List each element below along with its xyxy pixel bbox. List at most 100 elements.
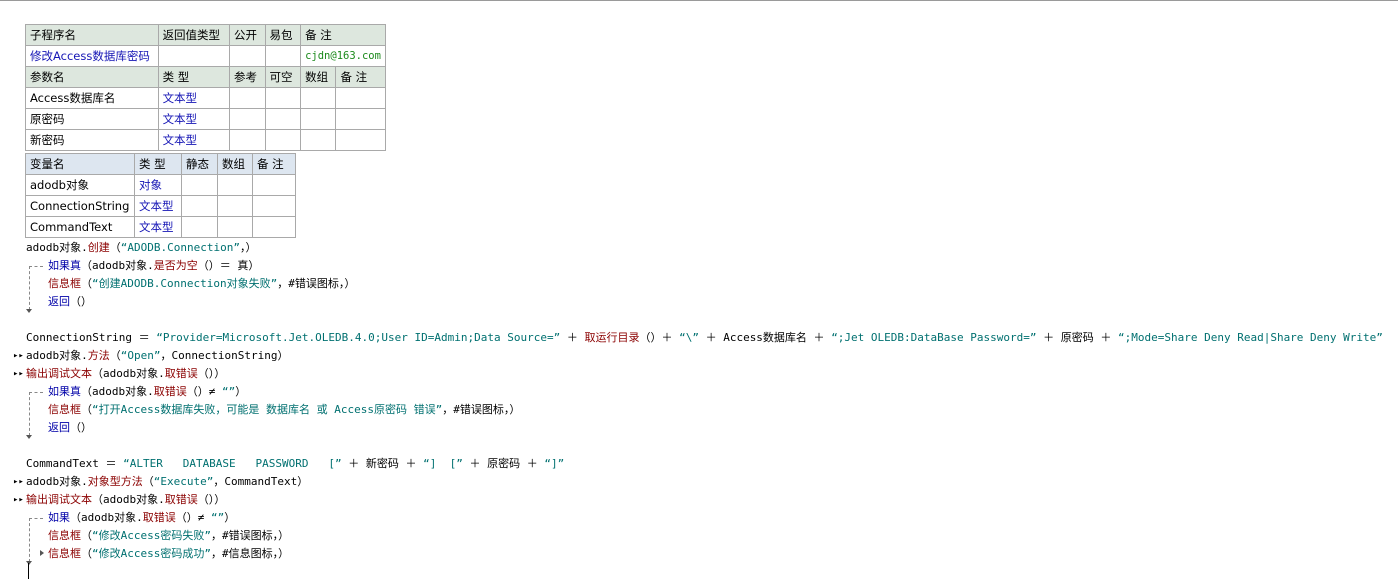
var-name[interactable]: CommandText: [25, 216, 135, 238]
code-line-execute[interactable]: adodb对象.对象型方法（“Execute”，CommandText）: [26, 473, 308, 491]
header-param-array: 数组: [300, 66, 337, 88]
code-line-msgbox-change-success[interactable]: 信息框（“修改Access密码成功”，#信息图标，）: [48, 545, 289, 563]
subroutine-name[interactable]: 修改Access数据库密码: [25, 45, 159, 67]
param-row[interactable]: Access数据库名 文本型: [25, 87, 386, 109]
code-line-command-text[interactable]: CommandText ＝ “ALTER DATABASE PASSWORD […: [26, 455, 564, 473]
code-line-create[interactable]: adodb对象.创建（“ADODB.Connection”，）: [26, 239, 256, 257]
subroutine-public[interactable]: [228, 45, 266, 67]
code-line-return-2[interactable]: 返回（）: [48, 419, 92, 437]
var-array[interactable]: [217, 216, 253, 238]
code-token: （）: [70, 421, 92, 434]
subroutine-epackage[interactable]: [264, 45, 302, 67]
variable-row[interactable]: adodb对象 对象: [25, 174, 296, 196]
code-line-connection-string[interactable]: ConnectionString ＝ “Provider=Microsoft.J…: [26, 329, 1383, 347]
code-token: “] [”: [423, 457, 463, 470]
code-token: 方法: [87, 349, 110, 362]
var-array[interactable]: [217, 195, 253, 217]
var-array[interactable]: [217, 174, 253, 196]
code-token: （））: [197, 367, 226, 380]
header-param-type: 类 型: [157, 66, 230, 88]
param-nullable[interactable]: [264, 87, 302, 109]
param-nullable[interactable]: [264, 129, 302, 151]
header-epackage: 易包: [264, 24, 302, 46]
code-token: “打开Access数据库失败，可能是 数据库名 或 Access原密码 错误”: [92, 403, 443, 416]
flow-guide-1: [29, 266, 30, 310]
param-array[interactable]: [300, 87, 337, 109]
code-token: ，）: [239, 241, 257, 254]
code-token: （）＋: [639, 331, 680, 344]
subroutine-note[interactable]: cjdn@163.com: [300, 45, 386, 67]
code-token: “;Mode=Share Deny Read|Share Deny Write”: [1118, 331, 1383, 344]
variable-row[interactable]: CommandText 文本型: [25, 216, 296, 238]
variable-row[interactable]: ConnectionString 文本型: [25, 195, 296, 217]
param-name[interactable]: 新密码: [25, 129, 159, 151]
var-note[interactable]: [252, 216, 296, 238]
param-note[interactable]: [335, 129, 386, 151]
code-token: 信息框: [48, 403, 81, 416]
param-array[interactable]: [300, 129, 337, 151]
code-line-if-null[interactable]: 如果真（adodb对象.是否为空（）＝ 真）: [48, 257, 259, 275]
var-type[interactable]: 文本型: [134, 216, 182, 238]
subroutine-row[interactable]: 修改Access数据库密码 cjdn@163.com: [25, 45, 386, 67]
var-type[interactable]: 文本型: [134, 195, 182, 217]
code-token: 取运行目录: [584, 331, 640, 344]
code-line-open[interactable]: adodb对象.方法（“Open”，ConnectionString）: [26, 347, 288, 365]
code-token: 输出调试文本: [26, 493, 92, 506]
code-token: ，CommandText）: [213, 475, 309, 488]
code-token: ＋ 原密码 ＋: [462, 457, 545, 470]
code-line-msgbox-open-fail[interactable]: 信息框（“打开Access数据库失败，可能是 数据库名 或 Access原密码 …: [48, 401, 520, 419]
param-type[interactable]: 文本型: [157, 108, 230, 130]
code-token: “Provider=Microsoft.Jet.OLEDB.4.0;User I…: [156, 331, 561, 344]
code-line-if-error-1[interactable]: 如果真（adodb对象.取错误（）≠ “”）: [48, 383, 246, 401]
param-row[interactable]: 原密码 文本型: [25, 108, 386, 130]
param-note[interactable]: [335, 108, 386, 130]
header-param-name: 参数名: [25, 66, 159, 88]
code-token: （: [81, 277, 92, 290]
param-row[interactable]: 新密码 文本型: [25, 129, 386, 151]
var-name[interactable]: ConnectionString: [25, 195, 135, 217]
code-token: （adodb对象.: [92, 493, 165, 506]
breakpoint-arrow-icon: ▸▸: [13, 477, 24, 487]
code-token: 创建: [87, 241, 110, 254]
code-token: “Open”: [120, 349, 161, 362]
flow-guide-3: [29, 518, 30, 562]
code-line-return-1[interactable]: 返回（）: [48, 293, 92, 311]
param-ref[interactable]: [228, 87, 266, 109]
code-token: （: [81, 403, 92, 416]
text-caret: [28, 563, 29, 579]
subroutine-return-type[interactable]: [157, 45, 230, 67]
param-name[interactable]: 原密码: [25, 108, 159, 130]
param-nullable[interactable]: [264, 108, 302, 130]
code-token: ，ConnectionString）: [160, 349, 289, 362]
header-var-type: 类 型: [134, 153, 182, 175]
code-line-debug-output-2[interactable]: 输出调试文本（adodb对象.取错误（））: [26, 491, 225, 509]
code-token: 如果真: [48, 259, 81, 272]
code-token: （adodb对象.: [81, 259, 154, 272]
code-token: （））: [197, 493, 226, 506]
param-ref[interactable]: [228, 108, 266, 130]
code-token: （: [81, 547, 92, 560]
var-note[interactable]: [252, 195, 296, 217]
param-ref[interactable]: [228, 129, 266, 151]
var-static[interactable]: [181, 174, 218, 196]
param-name[interactable]: Access数据库名: [25, 87, 159, 109]
var-note[interactable]: [252, 174, 296, 196]
var-type[interactable]: 对象: [134, 174, 182, 196]
param-type[interactable]: 文本型: [157, 129, 230, 151]
flow-guide-2-end-arrow: [26, 435, 32, 439]
code-line-msgbox-create-fail[interactable]: 信息框（“创建ADODB.Connection对象失败”，#错误图标，）: [48, 275, 355, 293]
code-token: （: [142, 475, 154, 488]
code-token: （）≠: [175, 511, 211, 524]
param-array[interactable]: [300, 108, 337, 130]
code-token: “]”: [544, 457, 565, 470]
param-type[interactable]: 文本型: [157, 87, 230, 109]
flow-guide-3-else-arrow: [40, 550, 44, 556]
code-line-if-error-2[interactable]: 如果（adodb对象.取错误（）≠ “”）: [48, 509, 235, 527]
param-note[interactable]: [335, 87, 386, 109]
code-line-debug-output-1[interactable]: 输出调试文本（adodb对象.取错误（））: [26, 365, 225, 383]
code-line-msgbox-change-fail[interactable]: 信息框（“修改Access密码失败”，#错误图标，）: [48, 527, 289, 545]
var-static[interactable]: [181, 216, 218, 238]
code-token: “修改Access密码成功”: [92, 547, 211, 560]
var-static[interactable]: [181, 195, 218, 217]
var-name[interactable]: adodb对象: [25, 174, 135, 196]
